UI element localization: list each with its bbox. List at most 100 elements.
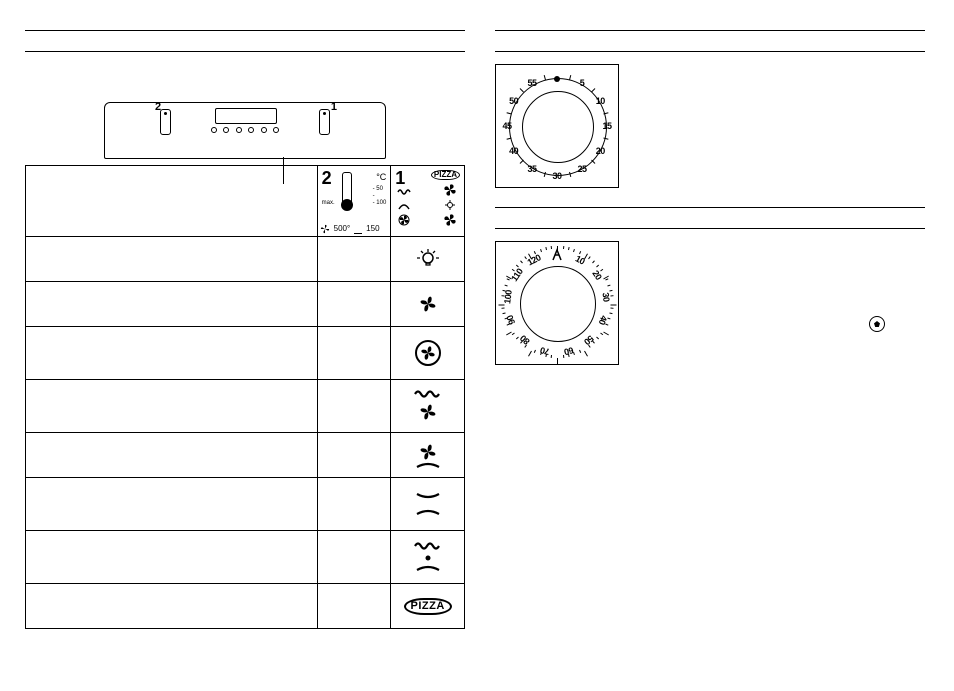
dial-tick [504,284,507,286]
fan-element-icon [397,214,411,226]
dial-tick [611,305,617,306]
dial-tick [609,290,612,292]
row-grill-fan-c2 [317,380,391,433]
dial-number: 55 [527,78,536,88]
dial-number: 10 [596,96,605,106]
row-grill-dot-bottom-c2 [317,531,391,584]
pizza-label-icon: PIZZA [404,598,452,615]
dial-tick [591,160,595,164]
row-fan-icon-cell [391,282,465,327]
row-conv-icon-cell [391,478,465,531]
fan-icon [320,224,330,234]
row-pizza-desc [26,584,318,629]
dial-tick [593,260,596,263]
dial-tick [540,249,542,252]
dial-tick [506,279,509,281]
dial-tick [534,350,536,353]
dial-number: 50 [509,96,518,106]
top-bottom-heat-icon [413,489,443,519]
dial-tick [609,313,612,315]
pizza-icon: PIZZA [431,170,460,180]
dial-tick [593,341,596,344]
fan-with-ring-icon [413,338,443,368]
right-column: 510152025303540455055 102030405060708090… [495,30,925,370]
dial-number: 10 [573,253,586,266]
dial-tick [528,351,532,357]
dial-tick [597,337,600,340]
panel-buttons [211,127,279,133]
row-conv-c2 [317,478,391,531]
dial-tick [573,249,575,252]
row-pizza-icon-cell: PIZZA [391,584,465,629]
dial-tick [520,88,524,92]
dial-tick [606,323,609,325]
minute-minder-dial: 510152025303540455055 [502,71,612,181]
function-table: 2 °C - 50 - - 100 max. 500° 150 [25,165,465,629]
dial-tick [543,172,545,177]
dial-number: 15 [602,121,611,131]
dial-tick [610,307,613,308]
panel-display [215,108,277,124]
dial-number: 100 [503,290,515,305]
dial-tick [604,112,609,114]
dial-tick [597,264,600,267]
col1-icon-grid [397,184,460,226]
dial-tick [545,247,547,250]
row-light-c2 [317,237,391,282]
left-column: 2 1 2 °C - 50 - - 100 max. [25,30,465,629]
fan-icon [415,291,441,317]
panel-knob-left [160,109,171,135]
manual-page: 2 1 2 °C - 50 - - 100 max. [0,0,954,691]
col2-500: 500° [334,224,351,234]
rule [25,51,465,52]
dial-tick [503,313,506,315]
header-desc [26,166,318,237]
row-fan-ring-icon-cell [391,327,465,380]
row-fan-bottom-c2 [317,433,391,478]
grill-icon [397,184,411,196]
row-fan-ring-c2 [317,327,391,380]
col2-max: max. [322,200,335,206]
rule [495,228,925,229]
col2-bottom: 500° 150 [320,224,380,234]
dial-number: 5 [580,78,585,88]
control-panel-illustration: 2 1 [104,102,386,159]
thermometer-icon [342,172,352,208]
fan-icon [443,184,457,196]
timer-dial-box: 102030405060708090100110120 [495,241,619,365]
timer-off-icon [549,246,565,262]
dial-tick [588,256,591,259]
row-light-icon-cell [391,237,465,282]
row-grill-fan-desc [26,380,318,433]
dial-tick [502,307,505,308]
dial-tick [591,88,595,92]
timer-dial: 102030405060708090100110120 [502,248,612,358]
dial-tick [568,247,570,250]
row-grill-dot-bottom-desc [26,531,318,584]
fan-bottom-heat-icon [413,440,443,470]
row-conv-desc [26,478,318,531]
dial-tick [603,331,609,335]
row-fan-bottom-desc [26,433,318,478]
dial-tick [584,351,588,357]
row-pizza-c2 [317,584,391,629]
panel-knob-right [319,109,330,135]
alarm-icon [869,316,885,332]
dial-tick [563,355,564,358]
dial-number: 40 [509,146,518,156]
dial-number: 80 [518,333,531,346]
fan-icon [443,214,457,226]
row-fan-bottom-icon-cell [391,433,465,478]
row-fan-desc [26,282,318,327]
col2-unit: °C [376,172,386,182]
col2-ticks: - 50 - - 100 [373,186,387,208]
grill-dot-bottom-icon [413,540,443,574]
grill-fan-icon [413,388,443,424]
row-light-desc [26,237,318,282]
col2-150: 150 [366,224,379,234]
dial-tick [579,350,581,353]
col2-number: 2 [322,168,332,189]
row-fan-c2 [317,282,391,327]
header-col-1: 1 PIZZA [391,166,465,237]
light-icon [443,199,457,211]
